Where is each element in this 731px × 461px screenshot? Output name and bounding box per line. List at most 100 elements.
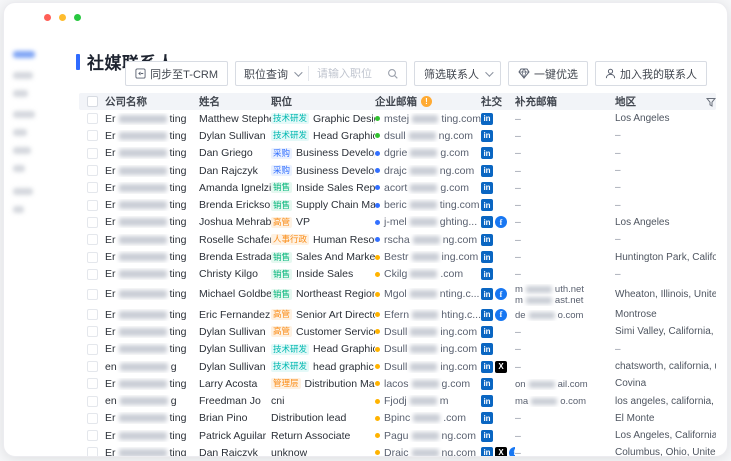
filter-funnel-icon[interactable] xyxy=(706,97,716,107)
email-info-icon[interactable]: ! xyxy=(421,96,432,107)
filter-contacts-dropdown[interactable]: 筛选联系人 xyxy=(414,61,501,86)
row-checkbox[interactable] xyxy=(87,182,98,193)
linkedin-icon[interactable]: in xyxy=(481,234,493,246)
table-row[interactable]: Erting Brenda Estrada 销售 Sales And Marke… xyxy=(79,248,716,265)
linkedin-icon[interactable]: in xyxy=(481,199,493,211)
row-checkbox[interactable] xyxy=(87,269,98,280)
add-to-my-contacts-button[interactable]: 加入我的联系人 xyxy=(595,61,707,86)
table-row[interactable]: Erting Joshua Mehraban 高管 VP j-melghting… xyxy=(79,214,716,231)
table-row[interactable]: Erting Eric Fernandez 高管 Senior Art Dire… xyxy=(79,306,716,323)
linkedin-icon[interactable]: in xyxy=(481,130,493,142)
row-checkbox[interactable] xyxy=(87,361,98,372)
table-row[interactable]: Erting Dylan Sullivan 高管 Customer Servic… xyxy=(79,323,716,340)
x-icon[interactable]: X xyxy=(495,447,507,457)
social-icons: in xyxy=(481,251,515,263)
email-status-dot xyxy=(375,272,380,277)
email-cell: Ckilg.com xyxy=(375,268,481,280)
row-checkbox[interactable] xyxy=(87,113,98,124)
extra-email-cell: – xyxy=(515,216,615,228)
sidebar-item[interactable] xyxy=(13,129,27,136)
linkedin-icon[interactable]: in xyxy=(481,268,493,280)
maximize-window-icon[interactable] xyxy=(74,14,81,21)
redacted-company-text xyxy=(119,167,167,175)
row-checkbox[interactable] xyxy=(87,326,98,337)
table-row[interactable]: Erting Brian Pino Distribution lead Bpin… xyxy=(79,410,716,427)
minimize-window-icon[interactable] xyxy=(59,14,66,21)
search-icon[interactable] xyxy=(387,68,399,80)
sidebar-item[interactable] xyxy=(13,206,24,213)
sidebar-item[interactable] xyxy=(13,111,35,118)
window-controls xyxy=(44,14,81,21)
linkedin-icon[interactable]: in xyxy=(481,113,493,125)
row-checkbox[interactable] xyxy=(87,289,98,300)
close-window-icon[interactable] xyxy=(44,14,51,21)
table-row[interactable]: Erting Dan Rajczyk unknow Drajcng.com in… xyxy=(79,444,716,457)
table-row[interactable]: Erting Roselle Schafer 人事行政 Human Resour… xyxy=(79,231,716,248)
table-row[interactable]: Erting Christy Kilgo 销售 Inside Sales Cki… xyxy=(79,266,716,283)
linkedin-icon[interactable]: in xyxy=(481,361,493,373)
table-row[interactable]: Erting Michael Goldberg 销售 Northeast Reg… xyxy=(79,283,716,306)
table-row[interactable]: Erting Dan Griego 采购 Business Developmen… xyxy=(79,145,716,162)
facebook-icon[interactable]: f xyxy=(495,288,507,300)
linkedin-icon[interactable]: in xyxy=(481,182,493,194)
row-checkbox[interactable] xyxy=(87,165,98,176)
facebook-icon[interactable]: f xyxy=(495,309,507,321)
row-checkbox[interactable] xyxy=(87,200,98,211)
table-row[interactable]: Erting Dylan Sullivan 技术研发 Head Graphic … xyxy=(79,341,716,358)
linkedin-icon[interactable]: in xyxy=(481,147,493,159)
table-row[interactable]: Erting Dylan Sullivan 技术研发 Head Graphic … xyxy=(79,127,716,144)
redacted-company-text xyxy=(120,363,168,371)
sidebar-item[interactable] xyxy=(13,51,35,58)
sidebar-item[interactable] xyxy=(13,147,31,154)
facebook-icon[interactable]: f xyxy=(495,216,507,228)
sidebar-item[interactable] xyxy=(13,188,33,195)
row-checkbox[interactable] xyxy=(87,344,98,355)
row-checkbox[interactable] xyxy=(87,396,98,407)
redacted-email-text xyxy=(410,290,437,298)
select-all-checkbox[interactable] xyxy=(87,96,98,107)
company-cell: Erting xyxy=(105,412,199,424)
table-row[interactable]: eng Dylan Sullivan 技术研发 head graphic des… xyxy=(79,358,716,375)
linkedin-icon[interactable]: in xyxy=(481,378,493,390)
sidebar-item[interactable] xyxy=(13,90,28,97)
x-icon[interactable]: X xyxy=(495,361,507,373)
linkedin-icon[interactable]: in xyxy=(481,309,493,321)
position-search-input[interactable] xyxy=(309,68,387,80)
extra-email-cell: – xyxy=(515,130,615,142)
row-checkbox[interactable] xyxy=(87,309,98,320)
table-row[interactable]: Erting Amanda Ignelzi 销售 Inside Sales Re… xyxy=(79,179,716,196)
linkedin-icon[interactable]: in xyxy=(481,165,493,177)
linkedin-icon[interactable]: in xyxy=(481,216,493,228)
row-checkbox[interactable] xyxy=(87,430,98,441)
row-checkbox[interactable] xyxy=(87,413,98,424)
sidebar-item[interactable] xyxy=(13,72,33,79)
row-checkbox[interactable] xyxy=(87,148,98,159)
row-checkbox[interactable] xyxy=(87,378,98,389)
table-row[interactable]: Erting Brenda Erickson Pe 销售 Supply Chai… xyxy=(79,196,716,213)
table-row[interactable]: Erting Patrick Aguilar Return Associate … xyxy=(79,427,716,444)
sidebar-item[interactable] xyxy=(13,165,25,172)
linkedin-icon[interactable]: in xyxy=(481,412,493,424)
linkedin-icon[interactable]: in xyxy=(481,326,493,338)
linkedin-icon[interactable]: in xyxy=(481,288,493,300)
table-row[interactable]: eng Freedman Jo cni Fjodjm in mao.com lo… xyxy=(79,392,716,409)
email-status-dot xyxy=(375,151,380,156)
row-checkbox[interactable] xyxy=(87,217,98,228)
sync-to-tcrm-button[interactable]: 同步至T-CRM xyxy=(125,61,228,86)
linkedin-icon[interactable]: in xyxy=(481,251,493,263)
redacted-email-text xyxy=(413,236,440,244)
row-checkbox[interactable] xyxy=(87,130,98,141)
position-category-tag: 技术研发 xyxy=(271,361,309,372)
table-row[interactable]: Erting Dan Rajczyk 采购 Business Developme… xyxy=(79,162,716,179)
linkedin-icon[interactable]: in xyxy=(481,447,493,457)
table-row[interactable]: Erting Matthew Stephen 技术研发 Graphic Desi… xyxy=(79,110,716,127)
linkedin-icon[interactable]: in xyxy=(481,430,493,442)
position-query-dropdown[interactable]: 职位查询 xyxy=(236,62,308,85)
linkedin-icon[interactable]: in xyxy=(481,343,493,355)
linkedin-icon[interactable]: in xyxy=(481,395,493,407)
one-click-optimize-button[interactable]: 一键优选 xyxy=(508,61,588,86)
table-row[interactable]: Erting Larry Acosta 管理层 Distribution Man… xyxy=(79,375,716,392)
row-checkbox[interactable] xyxy=(87,234,98,245)
row-checkbox[interactable] xyxy=(87,252,98,263)
row-checkbox[interactable] xyxy=(87,447,98,457)
